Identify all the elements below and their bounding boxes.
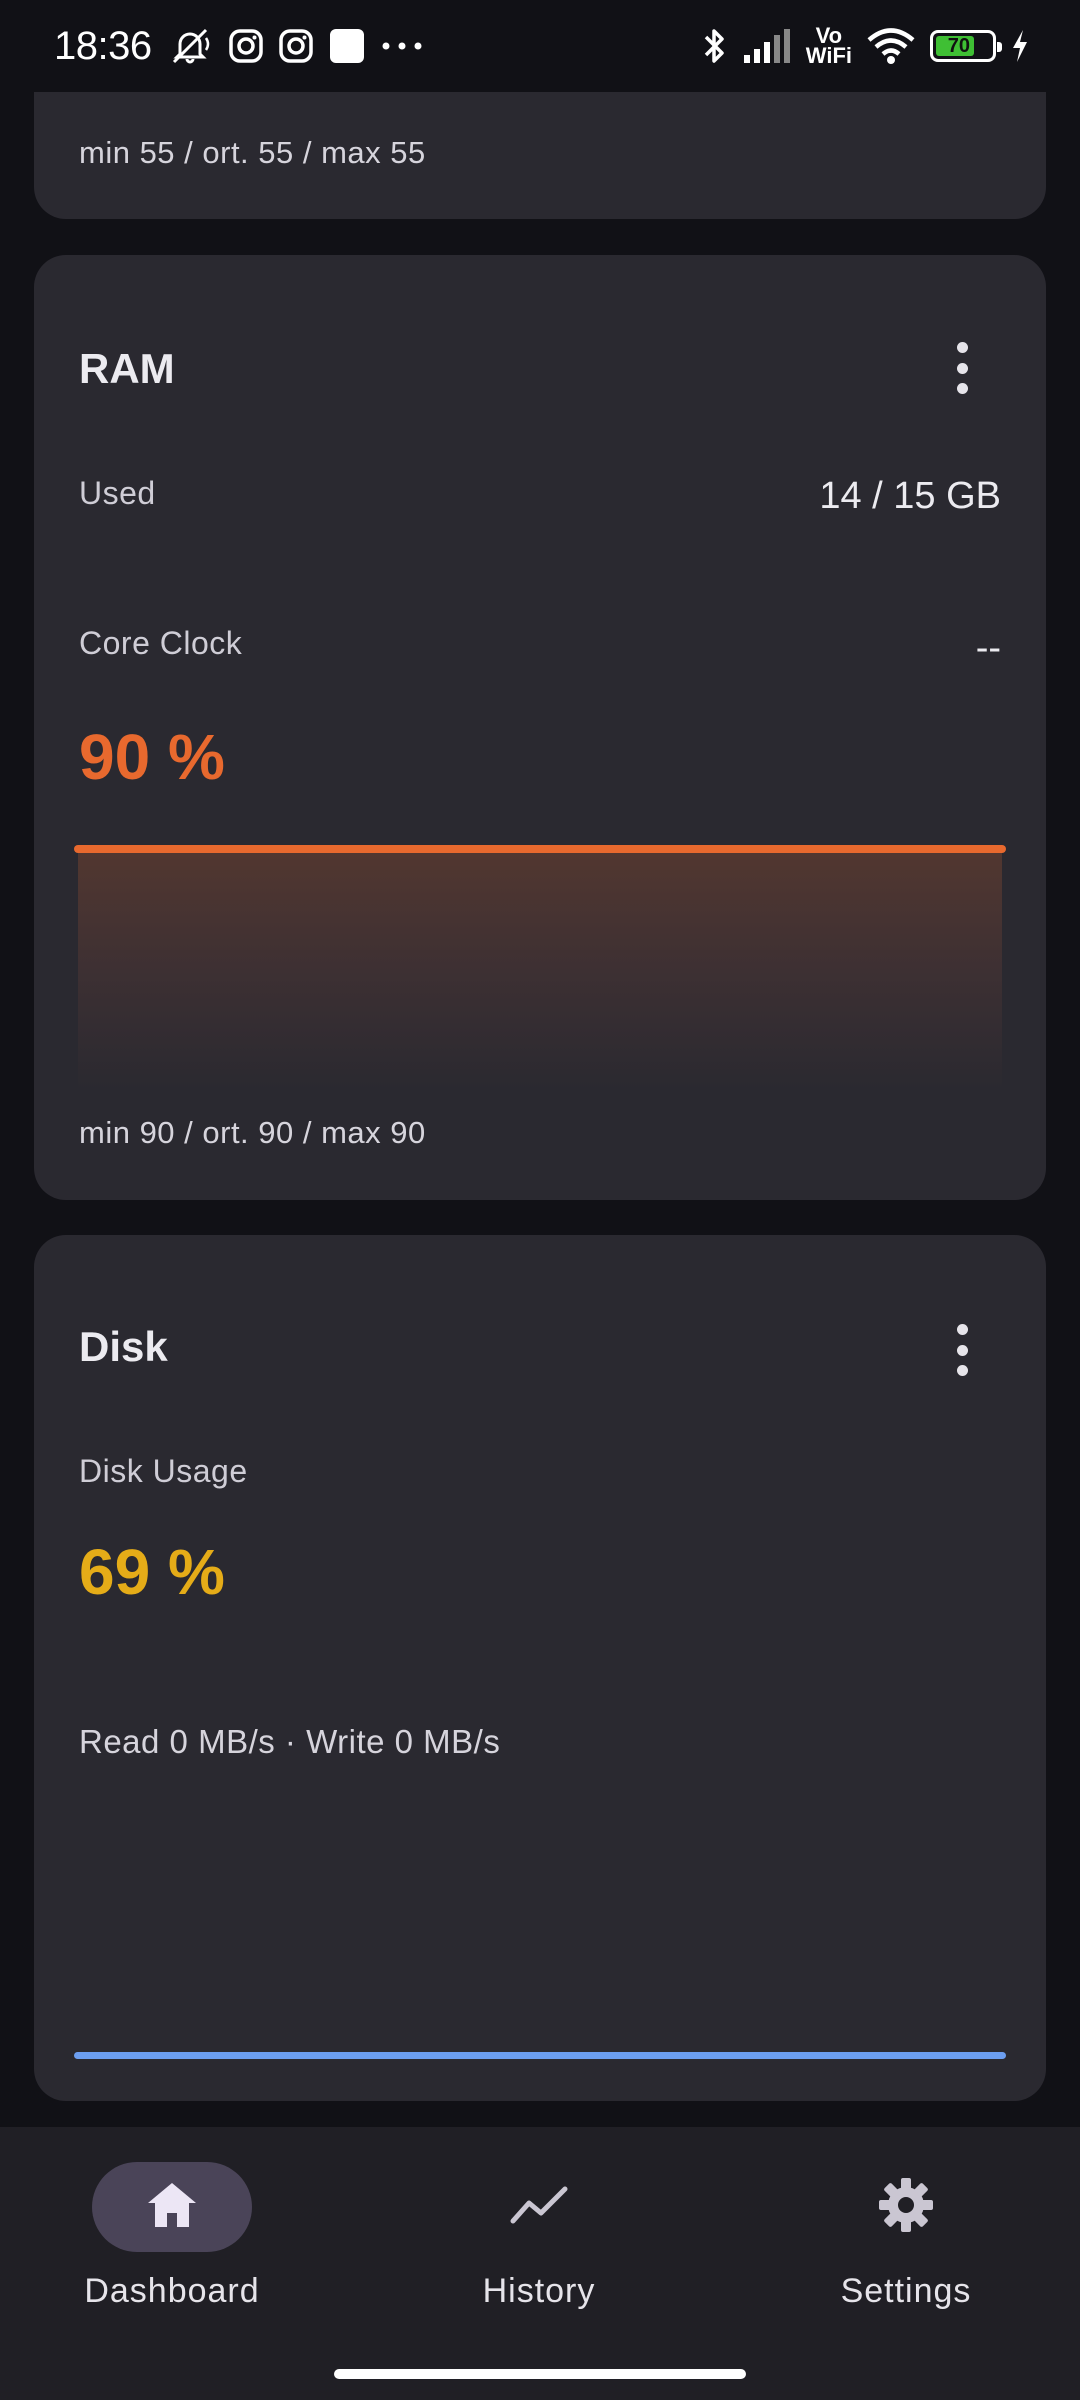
nav-history[interactable]: History bbox=[409, 2162, 669, 2311]
gear-icon bbox=[877, 2176, 935, 2239]
vowifi-icon: Vo WiFi bbox=[805, 23, 852, 68]
ram-usage-percent: 90 % bbox=[79, 721, 225, 793]
ram-used-value: 14 / 15 GB bbox=[819, 475, 1001, 517]
status-time: 18:36 bbox=[54, 23, 152, 68]
nav-settings[interactable]: Settings bbox=[776, 2162, 1036, 2311]
bottom-navigation: Dashboard History Settings bbox=[0, 2127, 1080, 2400]
ram-stats-text: min 90 / ort. 90 / max 90 bbox=[79, 1115, 426, 1150]
ram-used-label: Used bbox=[79, 475, 156, 511]
status-bar: 18:36 Vo WiFi 70 bbox=[0, 0, 1080, 92]
ram-card: RAM Used 14 / 15 GB Core Clock -- 90 % m… bbox=[34, 255, 1046, 1200]
disk-io-text: Read 0 MB/s · Write 0 MB/s bbox=[79, 1723, 501, 1760]
disk-title: Disk bbox=[79, 1323, 168, 1370]
charging-icon bbox=[1010, 28, 1030, 64]
nav-settings-label: Settings bbox=[840, 2272, 972, 2310]
disk-more-menu-button[interactable] bbox=[956, 1324, 968, 1376]
dot bbox=[956, 342, 968, 353]
nav-dashboard[interactable]: Dashboard bbox=[42, 2162, 302, 2311]
nav-dashboard-indicator[interactable] bbox=[92, 2162, 252, 2252]
battery-icon: 70 bbox=[930, 30, 1002, 62]
nav-history-indicator[interactable] bbox=[459, 2162, 619, 2252]
nav-dashboard-label: Dashboard bbox=[84, 2272, 260, 2310]
ram-chart-area bbox=[78, 851, 1002, 1091]
disk-usage-percent: 69 % bbox=[79, 1536, 225, 1608]
mute-icon bbox=[166, 26, 214, 66]
disk-io-chart-line bbox=[74, 2052, 1006, 2059]
trend-icon bbox=[509, 2183, 569, 2232]
ram-chart-line bbox=[74, 845, 1006, 853]
previous-metric-card: min 55 / ort. 55 / max 55 bbox=[34, 92, 1046, 219]
core-clock-value: -- bbox=[975, 627, 1001, 669]
previous-stats-text: min 55 / ort. 55 / max 55 bbox=[79, 135, 426, 170]
instagram-icon bbox=[228, 28, 264, 64]
dot bbox=[956, 1324, 968, 1335]
ram-more-menu-button[interactable] bbox=[956, 342, 968, 394]
disk-card: Disk Disk Usage 69 % Read 0 MB/s · Write… bbox=[34, 1235, 1046, 2101]
ram-title: RAM bbox=[79, 345, 175, 392]
app-notification-icon bbox=[328, 27, 366, 65]
signal-icon bbox=[742, 28, 792, 64]
dot bbox=[956, 362, 968, 374]
instagram-icon bbox=[278, 28, 314, 64]
dot bbox=[956, 383, 968, 394]
wifi-icon bbox=[866, 27, 916, 65]
dot bbox=[956, 1365, 968, 1376]
core-clock-label: Core Clock bbox=[79, 625, 243, 661]
nav-history-label: History bbox=[482, 2272, 596, 2310]
home-icon bbox=[144, 2179, 200, 2236]
home-indicator-bar[interactable] bbox=[334, 2369, 746, 2379]
more-notifications-icon bbox=[380, 40, 424, 52]
dot bbox=[956, 1344, 968, 1356]
nav-settings-indicator[interactable] bbox=[826, 2162, 986, 2252]
disk-usage-label: Disk Usage bbox=[79, 1453, 248, 1489]
bluetooth-icon bbox=[702, 25, 728, 67]
